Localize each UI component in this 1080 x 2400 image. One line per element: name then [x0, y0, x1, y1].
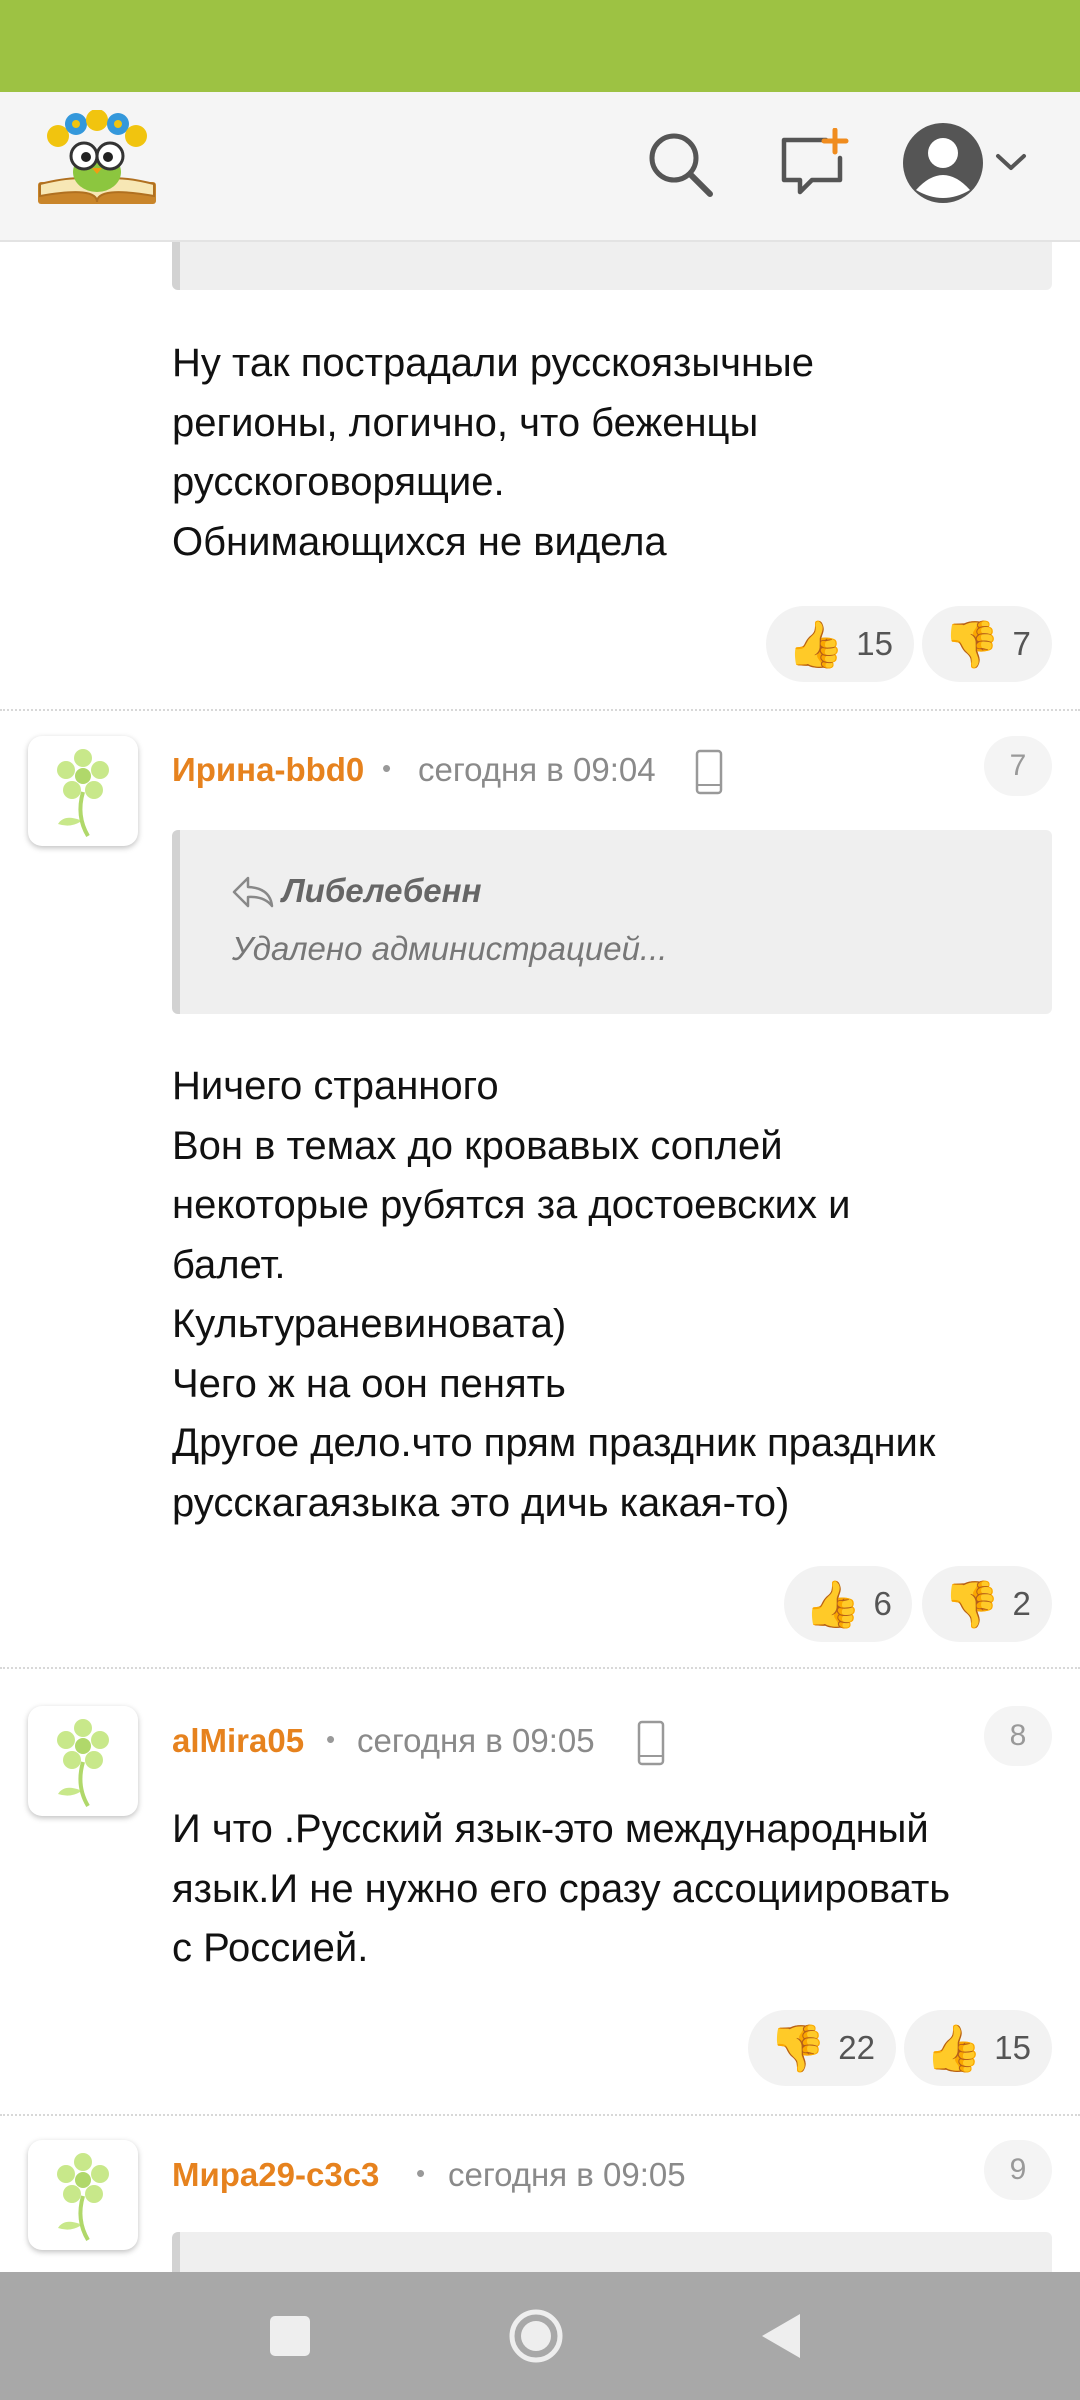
dislike-count: 7 [1012, 625, 1031, 662]
comment-time: сегодня в 09:05 [357, 1722, 595, 1759]
separator-dot: • [382, 753, 392, 783]
chevron-down-icon[interactable] [994, 150, 1028, 174]
user-avatar-icon[interactable] [900, 120, 986, 206]
thumbs-up-icon: 👍 [804, 1578, 862, 1630]
quote-text: Удалено администрацией... [232, 930, 668, 967]
reading-owl-logo[interactable] [34, 110, 160, 210]
avatar[interactable] [28, 736, 138, 846]
home-icon[interactable] [508, 2308, 564, 2364]
thumbs-down-icon: 👎 [943, 618, 1001, 670]
comment-text: Ну так пострадали русскоязычные регионы,… [172, 341, 815, 564]
avatar[interactable] [28, 2140, 138, 2250]
avatar[interactable] [28, 1706, 138, 1816]
username[interactable]: Ирина-bbd0 [172, 751, 364, 789]
quote-block-top [172, 242, 1052, 290]
back-icon[interactable] [756, 2310, 804, 2362]
like-count: 15 [856, 625, 893, 662]
username[interactable]: Мира29-c3c3 [172, 2156, 379, 2194]
thumbs-down-icon: 👎 [769, 2022, 827, 2074]
comment-divider [0, 1667, 1080, 1669]
comment-number[interactable]: 9 [984, 2140, 1052, 2200]
status-bar [0, 0, 1080, 92]
search-icon[interactable] [644, 128, 716, 200]
thumbs-down-icon: 👎 [943, 1578, 1001, 1630]
like-button[interactable]: 👍 6 [784, 1566, 912, 1642]
mobile-device-icon [695, 749, 723, 795]
system-navigation-bar [0, 2272, 1080, 2400]
comment-text: И что .Русский язык-это международный яз… [172, 1807, 951, 1970]
dislike-button[interactable]: 👎 22 [748, 2010, 896, 2086]
separator-dot: • [326, 1724, 336, 1754]
quote-block [172, 2232, 1052, 2272]
like-count: 6 [873, 1585, 892, 1622]
like-count: 15 [994, 2029, 1031, 2066]
comment-text: Ничего странного Вон в темах до кровавых… [172, 1064, 936, 1525]
comment-time: сегодня в 09:05 [448, 2156, 686, 2193]
separator-dot: • [416, 2158, 426, 2188]
comment-divider [0, 709, 1080, 711]
dislike-count: 2 [1012, 1585, 1031, 1622]
new-message-icon[interactable] [778, 128, 850, 200]
dislike-count: 22 [838, 2029, 875, 2066]
dislike-button[interactable]: 👎 2 [922, 1566, 1052, 1642]
thumbs-up-icon: 👍 [925, 2022, 983, 2074]
comment-divider [0, 2114, 1080, 2116]
mobile-device-icon [637, 1720, 665, 1766]
quote-author: Либелебенн [282, 872, 482, 909]
comment-number[interactable]: 8 [984, 1706, 1052, 1766]
recent-apps-icon[interactable] [268, 2314, 312, 2358]
username[interactable]: alMira05 [172, 1722, 304, 1760]
comment-number[interactable]: 7 [984, 736, 1052, 796]
quote-block[interactable]: Либелебенн Удалено администрацией... [172, 830, 1052, 1014]
dislike-button[interactable]: 👎 7 [922, 606, 1052, 682]
thumbs-up-icon: 👍 [787, 618, 845, 670]
comment-time: сегодня в 09:04 [418, 751, 656, 788]
like-button[interactable]: 👍 15 [904, 2010, 1052, 2086]
reply-arrow-icon [232, 876, 274, 908]
like-button[interactable]: 👍 15 [766, 606, 914, 682]
